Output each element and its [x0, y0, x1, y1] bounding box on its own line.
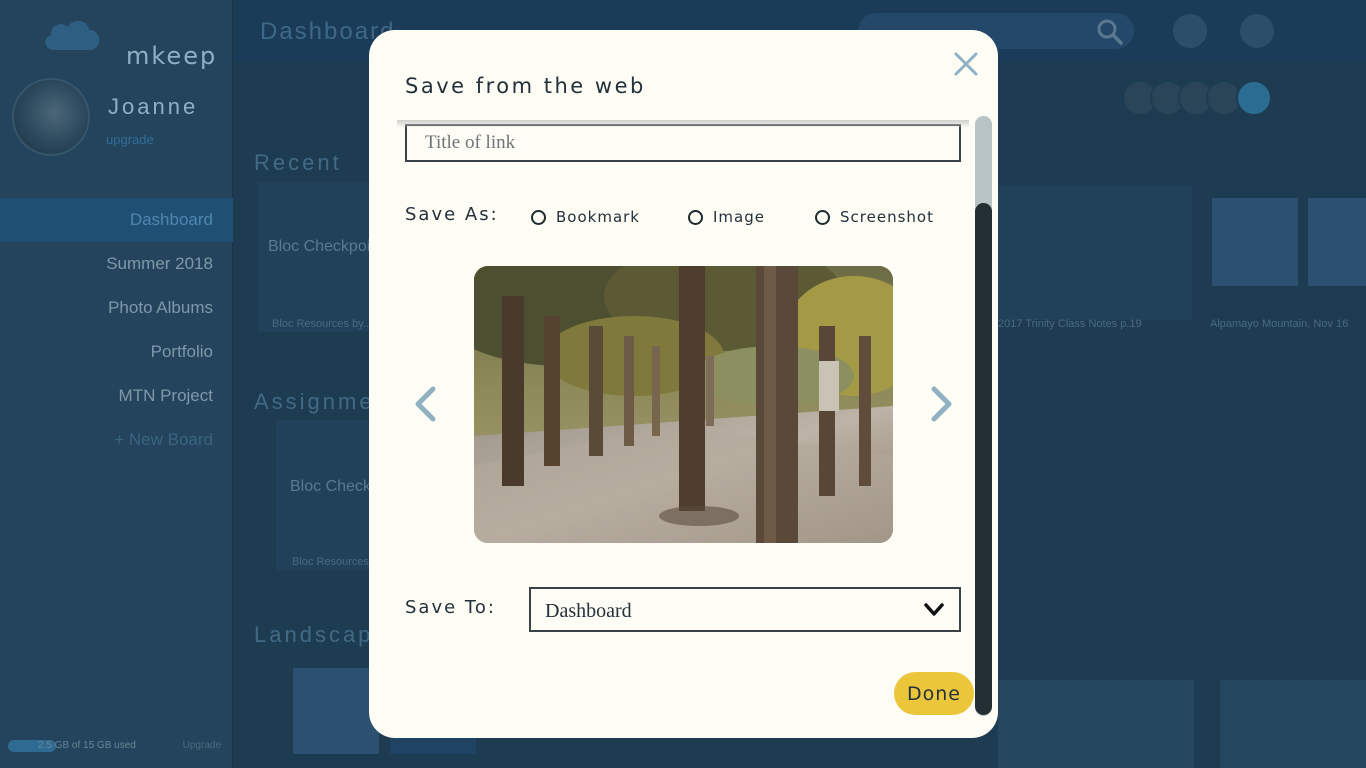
radio-label: Screenshot [840, 208, 934, 226]
help-icon[interactable] [1297, 14, 1331, 48]
radio-circle[interactable] [688, 209, 703, 225]
save-to-value: Dashboard [545, 600, 632, 622]
radio-image[interactable]: Image [688, 206, 765, 228]
recent-card[interactable]: Bloc Checkpoints Bloc Resources by... [258, 182, 392, 332]
save-from-web-modal: Save from the web Save As: Bookmark Imag… [369, 30, 998, 738]
sidebar-item-photo-albums[interactable]: Photo Albums [0, 286, 233, 330]
sidebar-item-mtn-project[interactable]: MTN Project [0, 374, 233, 418]
sidebar-item-summer-2018[interactable]: Summer 2018 [0, 242, 233, 286]
collaborator-avatar[interactable] [1236, 80, 1272, 116]
sidebar-item-dashboard[interactable]: Dashboard [0, 198, 233, 242]
modal-title: Save from the web [405, 74, 646, 98]
done-button[interactable]: Done [894, 672, 974, 715]
scrollbar-thumb[interactable] [975, 203, 992, 715]
sidebar-item-portfolio[interactable]: Portfolio [0, 330, 233, 374]
close-icon[interactable] [951, 49, 981, 79]
sidebar-nav: Dashboard Summer 2018 Photo Albums Portf… [0, 198, 233, 462]
app-logo[interactable]: mkeep [42, 12, 215, 70]
card-caption: Bloc Resources by... [272, 318, 373, 330]
storage-text: 2.5 GB of 15 GB used [38, 740, 136, 751]
preview-image [474, 266, 893, 543]
save-to-label: Save To: [405, 597, 496, 618]
assignment-card[interactable]: Bloc Checkpoints Bloc Resources... [276, 420, 414, 570]
radio-screenshot[interactable]: Screenshot [815, 206, 934, 228]
landscape-thumb[interactable] [293, 668, 379, 754]
mountain-thumb[interactable] [1308, 198, 1366, 286]
sidebar: mkeep Joanne upgrade Dashboard Summer 20… [0, 0, 233, 768]
storage-indicator: 2.5 GB of 15 GB used Upgrade [8, 738, 223, 754]
link-title-input[interactable] [405, 124, 961, 162]
card-caption: 2017 Trinity Class Notes p.19 [998, 318, 1142, 330]
cloud-logo-icon [45, 20, 100, 50]
radio-label: Bookmark [556, 208, 640, 226]
scroll-shadow [397, 120, 969, 128]
avatar[interactable] [12, 78, 90, 156]
card-caption: Bloc Resources... [292, 556, 379, 568]
storage-upgrade-link[interactable]: Upgrade [183, 740, 221, 751]
chevron-left-icon[interactable] [411, 385, 439, 423]
search-icon[interactable] [1096, 18, 1124, 46]
new-board-button[interactable]: + New Board [0, 418, 233, 462]
radio-circle[interactable] [531, 209, 546, 225]
section-title-recent: Recent [254, 150, 342, 175]
logo-text: mkeep [126, 42, 218, 70]
landscape-thumb[interactable] [998, 680, 1194, 768]
mountain-thumb[interactable] [1212, 198, 1298, 286]
landscape-thumb[interactable] [1220, 680, 1366, 768]
user-name: Joanne [108, 94, 199, 119]
user-status-link[interactable]: upgrade [106, 132, 154, 147]
save-as-label: Save As: [405, 204, 499, 225]
layout-icon[interactable] [1240, 14, 1274, 48]
notes-card[interactable]: 2017 Trinity Class Notes p.19 [996, 186, 1192, 330]
radio-bookmark[interactable]: Bookmark [531, 206, 640, 228]
chevron-right-icon[interactable] [928, 385, 956, 423]
add-icon[interactable] [1173, 14, 1207, 48]
radio-circle[interactable] [815, 209, 830, 225]
save-to-select[interactable]: Dashboard [529, 587, 961, 632]
chevron-down-icon[interactable] [923, 601, 945, 619]
card-caption: Alpamayo Mountain, Nov 16 [1210, 318, 1349, 330]
radio-label: Image [713, 208, 765, 226]
